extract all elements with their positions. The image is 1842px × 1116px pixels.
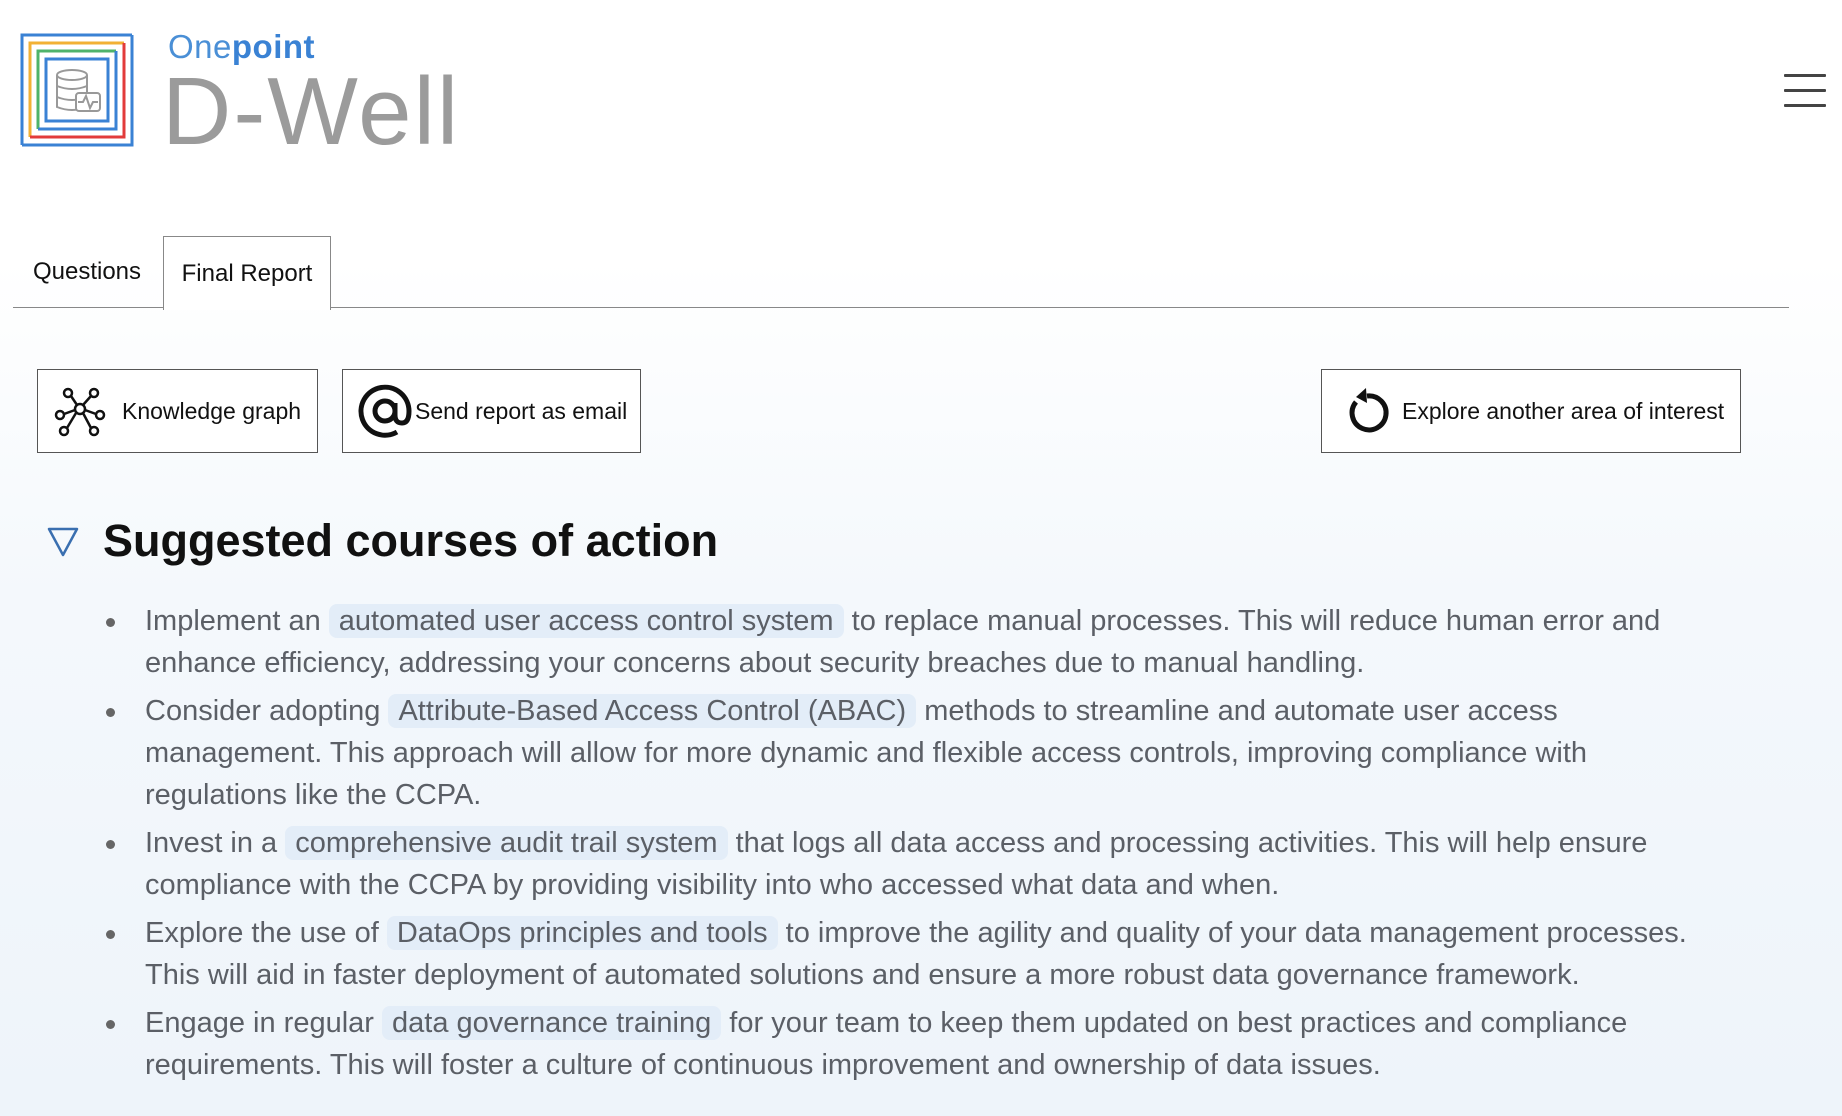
topic-tag[interactable]: automated user access control system <box>328 604 844 638</box>
topic-tag[interactable]: Attribute-Based Access Control (ABAC) <box>388 694 917 728</box>
section-title: Suggested courses of action <box>103 515 719 566</box>
network-graph-icon <box>54 387 106 437</box>
list-item: Engage in regular data governance traini… <box>100 1002 1720 1086</box>
triangle-down-icon[interactable] <box>46 524 80 558</box>
refresh-icon <box>1349 388 1389 433</box>
list-item: Implement an automated user access contr… <box>100 600 1720 684</box>
app-logo <box>20 33 140 149</box>
topic-tag[interactable]: DataOps principles and tools <box>386 916 778 950</box>
at-sign-icon <box>358 384 412 438</box>
knowledge-graph-label: Knowledge graph <box>122 397 302 424</box>
send-report-email-button[interactable]: Send report as email <box>342 369 641 453</box>
tab-final-report[interactable]: Final Report <box>163 236 331 310</box>
list-item: Consider adopting Attribute-Based Access… <box>100 690 1720 816</box>
database-heartbeat-logo-icon <box>20 33 134 147</box>
item-text: Invest in a <box>145 827 286 859</box>
explore-another-area-button[interactable]: Explore another area of interest <box>1321 369 1741 453</box>
item-text: Explore the use of <box>145 917 387 949</box>
list-item: Invest in a comprehensive audit trail sy… <box>100 822 1720 906</box>
suggested-actions-list: Implement an automated user access contr… <box>100 600 1720 1092</box>
item-text: Implement an <box>145 605 329 637</box>
item-text: Consider adopting <box>145 695 389 727</box>
list-item: Explore the use of DataOps principles an… <box>100 912 1720 996</box>
explore-label: Explore another area of interest <box>1402 397 1725 424</box>
item-text: Engage in regular <box>145 1007 382 1039</box>
topic-tag[interactable]: comprehensive audit trail system <box>285 826 728 860</box>
hamburger-menu-icon[interactable] <box>1784 74 1826 110</box>
knowledge-graph-button[interactable]: Knowledge graph <box>37 369 318 453</box>
send-email-label: Send report as email <box>415 397 628 424</box>
tab-questions[interactable]: Questions <box>13 236 161 308</box>
app-name: D-Well <box>162 58 461 165</box>
topic-tag[interactable]: data governance training <box>382 1006 722 1040</box>
